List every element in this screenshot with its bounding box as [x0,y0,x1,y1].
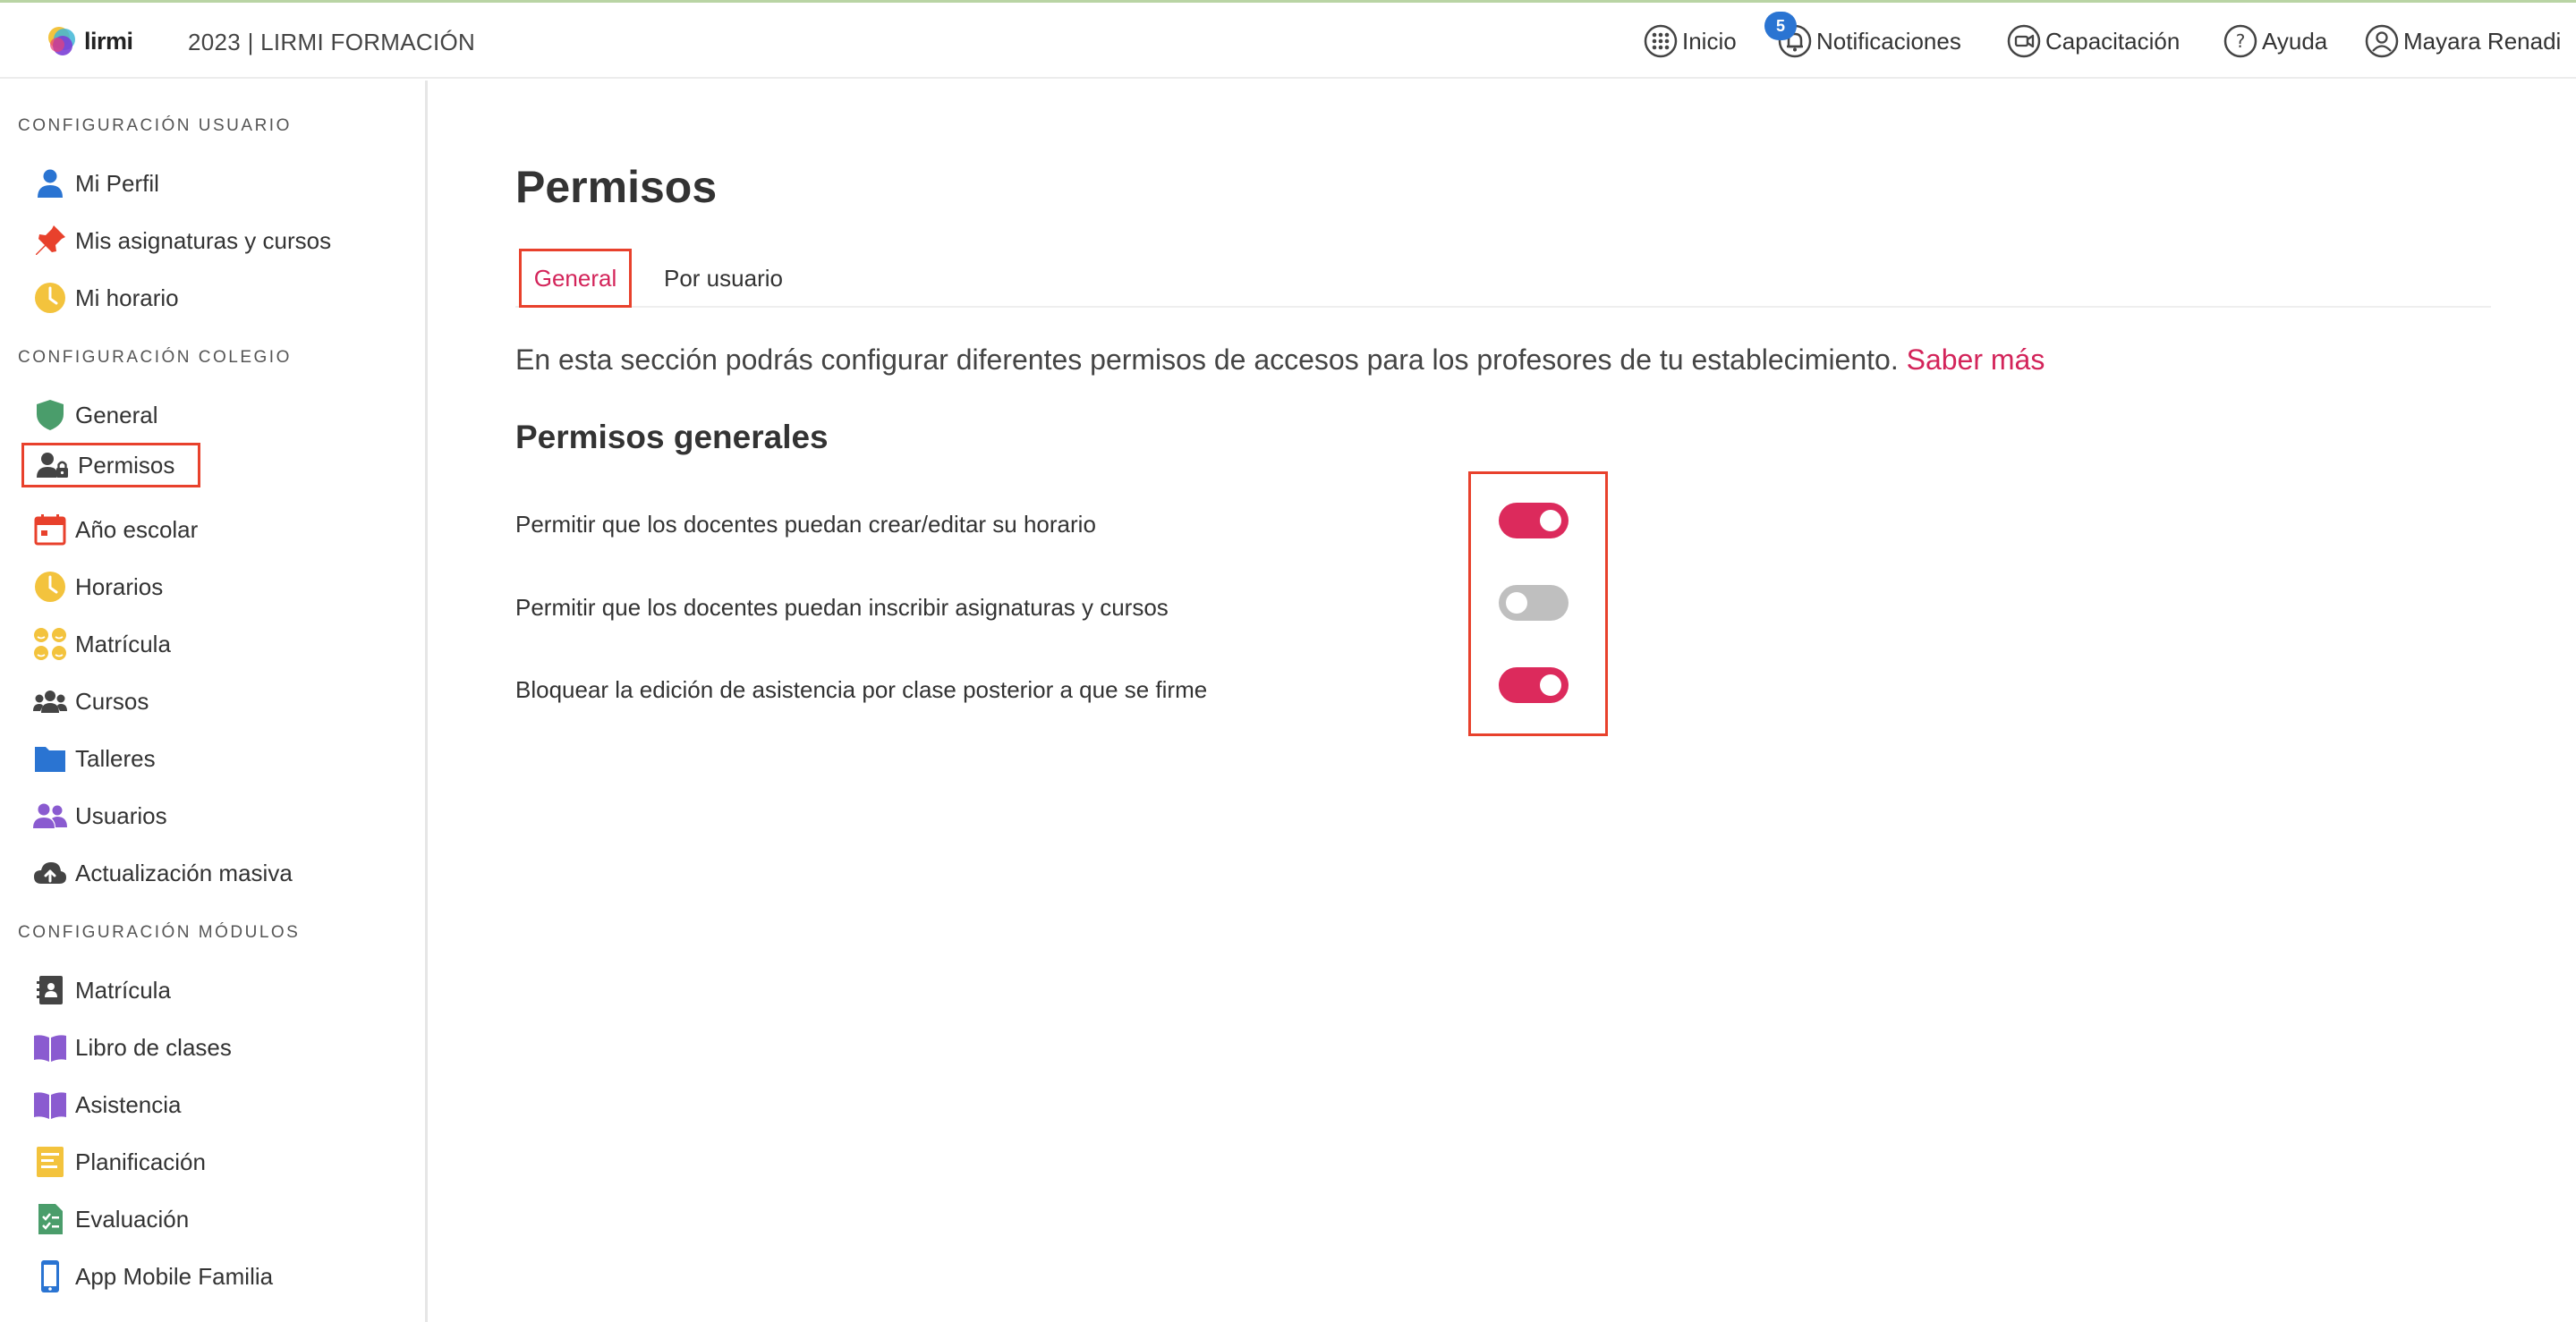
sidebar-item-planificacion[interactable]: Planificación [30,1140,206,1184]
sidebar-item-matricula[interactable]: Matrícula [30,622,171,666]
sidebar-item-label: Mi Perfil [75,169,159,197]
notification-count-badge: 5 [1764,12,1797,40]
sidebar-item-actualizacion-masiva[interactable]: Actualización masiva [30,851,293,895]
sidebar-item-talleres[interactable]: Talleres [30,736,156,781]
sidebar-item-label: Asistencia [75,1090,182,1118]
contact-book-icon [30,970,70,1010]
intro-paragraph: En esta sección podrás configurar difere… [515,343,2045,377]
user-lock-icon [33,445,72,485]
sidebar-item-ano-escolar[interactable]: Año escolar [30,507,198,552]
saber-mas-link[interactable]: Saber más [1907,343,2045,376]
user-avatar-icon [2365,24,2399,58]
sidebar-item-label: Talleres [75,744,156,772]
book-icon [30,1085,70,1124]
svg-text:?: ? [2236,30,2246,52]
nav-inicio-label: Inicio [1682,27,1737,55]
nav-user-profile[interactable]: Mayara Renadi [2364,21,2561,62]
section-title-usuario: CONFIGURACIÓN USUARIO [18,116,292,135]
toggle-knob [1540,510,1561,531]
permissions-tabs: General Por usuario [515,243,2491,308]
document-icon [30,1142,70,1182]
sidebar-item-label: Planificación [75,1148,206,1175]
pin-icon [30,221,70,260]
checklist-icon [30,1199,70,1239]
sidebar-item-libro-de-clases[interactable]: Libro de clases [30,1025,232,1070]
permission-label-inscribir: Permitir que los docentes puedan inscrib… [515,594,1169,621]
sidebar-item-label: Matrícula [75,630,171,657]
cloud-upload-icon [30,853,70,893]
section-heading: Permisos generales [515,419,829,455]
toggle-knob [1506,592,1527,614]
sidebar-item-label: Evaluación [75,1205,190,1233]
sidebar-item-label: Matrícula [75,976,171,1004]
nav-capacitacion-label: Capacitación [2045,27,2181,55]
sidebar-item-app-mobile-familia[interactable]: App Mobile Familia [30,1254,273,1299]
group-icon [30,682,70,721]
phone-icon [30,1257,70,1296]
sidebar-item-label: Mis asignaturas y cursos [75,226,332,254]
sidebar-item-asistencia[interactable]: Asistencia [30,1082,182,1127]
sidebar-item-label: Libro de clases [75,1033,232,1061]
help-icon: ? [2223,24,2257,58]
shield-icon [30,395,70,435]
toggle-bloquear-asistencia[interactable] [1499,667,1569,703]
clock-icon [30,567,70,606]
logo-text: lirmi [84,27,133,55]
sidebar-item-label: Permisos [78,451,175,479]
sidebar-item-modulo-matricula[interactable]: Matrícula [30,968,171,1013]
tab-por-usuario[interactable]: Por usuario [664,249,783,308]
sidebar-item-general[interactable]: General [30,393,158,437]
sidebar-item-cursos[interactable]: Cursos [30,679,149,724]
calendar-icon [30,510,70,549]
section-title-colegio: CONFIGURACIÓN COLEGIO [18,348,292,367]
apps-grid-icon [1644,24,1678,58]
sidebar-item-mi-perfil[interactable]: Mi Perfil [30,161,159,206]
sidebar-item-label: General [75,401,158,428]
sidebar-item-evaluacion[interactable]: Evaluación [30,1197,189,1241]
toggle-editar-horario[interactable] [1499,503,1569,538]
nav-inicio[interactable]: Inicio [1643,21,1737,62]
sidebar-item-label: Actualización masiva [75,859,293,886]
video-camera-icon [2007,24,2041,58]
sidebar-item-horarios[interactable]: Horarios [30,564,163,609]
book-icon [30,1028,70,1067]
sidebar-item-label: Año escolar [75,515,199,543]
nav-capacitacion[interactable]: Capacitación [2006,21,2180,62]
nav-ayuda-label: Ayuda [2262,27,2328,55]
users-icon [30,796,70,835]
sidebar-item-mi-horario[interactable]: Mi horario [30,275,179,320]
nav-notificaciones[interactable]: Notificaciones [1777,21,1961,62]
user-icon [30,164,70,203]
school-selector[interactable]: 2023 | LIRMI FORMACIÓN [188,29,475,56]
section-title-modulos: CONFIGURACIÓN MÓDULOS [18,923,301,942]
intro-text: En esta sección podrás configurar difere… [515,343,1899,376]
lirmi-logo[interactable]: lirmi [45,21,133,62]
permission-label-horario: Permitir que los docentes puedan crear/e… [515,511,1096,538]
lirmi-logo-mark [45,23,81,59]
nav-ayuda[interactable]: ? Ayuda [2223,21,2327,62]
folder-icon [30,739,70,778]
faces-icon [30,624,70,664]
sidebar-item-mis-asignaturas[interactable]: Mis asignaturas y cursos [30,218,331,263]
sidebar-item-label: Horarios [75,572,164,600]
top-header: lirmi 2023 | LIRMI FORMACIÓN Inicio Noti… [0,3,2576,79]
settings-sidebar: CONFIGURACIÓN USUARIO Mi Perfil Mis asig… [0,81,428,1322]
sidebar-item-permisos[interactable]: Permisos [21,443,201,487]
nav-notificaciones-label: Notificaciones [1816,27,1961,55]
tab-general[interactable]: General [519,249,632,308]
sidebar-item-usuarios[interactable]: Usuarios [30,793,167,838]
sidebar-item-label: Mi horario [75,284,179,311]
sidebar-item-label: Cursos [75,687,149,715]
sidebar-item-label: App Mobile Familia [75,1262,274,1290]
user-name: Mayara Renadi [2403,27,2562,55]
clock-icon [30,278,70,318]
toggle-inscribir-asignaturas[interactable] [1499,585,1569,621]
permission-label-bloquear-asistencia: Bloquear la edición de asistencia por cl… [515,676,1208,703]
page-title: Permisos [515,162,718,212]
toggle-knob [1540,674,1561,696]
sidebar-item-label: Usuarios [75,801,167,829]
